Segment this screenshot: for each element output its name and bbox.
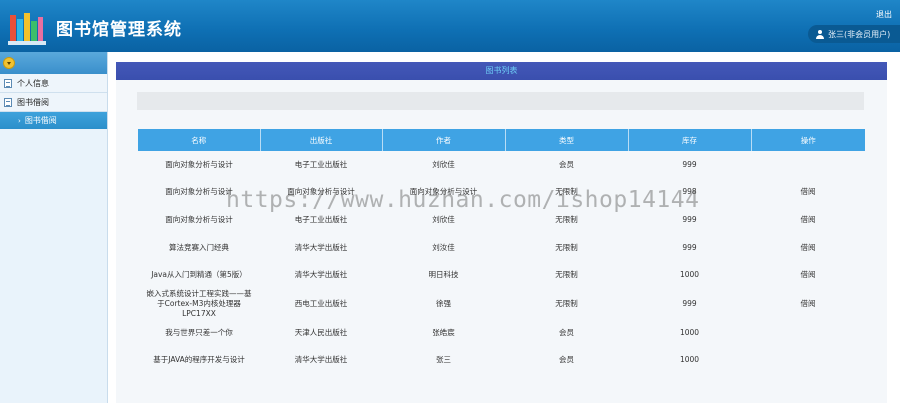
cell-stock: 999 [682,159,697,169]
table-row: 面向对象分析与设计 电子工业出版社 刘欣佳 无限制 999 借阅 [138,206,865,234]
cell-name: 我与世界只差一个你 [165,327,233,337]
cell-name: 嵌入式系统设计工程实践——基于Cortex-M3内核处理器LPC17XX [146,288,252,318]
table-header-row: 名称 出版社 作者 类型 库存 操作 [138,129,865,151]
cell-type: 无限制 [555,214,578,224]
cell-author: 刘欣佳 [432,214,455,224]
book-table: 名称 出版社 作者 类型 库存 操作 面向对象分析与设计 电子工业出版社 刘欣佳… [138,129,865,374]
borrow-link[interactable] [751,319,865,347]
cell-stock: 998 [682,187,697,197]
document-icon [4,97,12,107]
cell-publisher: 清华大学出版社 [294,242,348,252]
cell-stock: 999 [682,242,697,252]
cell-stock: 1000 [679,327,700,337]
cell-publisher: 电子工业出版社 [294,159,348,169]
library-logo-icon [8,13,46,45]
column-header-publisher[interactable]: 出版社 [260,129,383,151]
cell-author: 张皓宸 [432,327,455,337]
sidebar-item-label: 个人信息 [17,78,49,88]
cell-name: 算法竞赛入门经典 [169,242,229,252]
search-bar[interactable] [137,92,864,110]
sidebar: 个人信息 图书借阅 › 图书借阅 [0,52,108,403]
collapse-toggle-icon[interactable] [3,57,15,69]
panel-title: 图书列表 [116,62,887,80]
cell-name: 基于JAVA的程序开发与设计 [153,355,245,365]
logout-link[interactable]: 退出 [876,9,892,20]
cell-stock: 999 [682,214,697,224]
document-icon [4,78,12,88]
table-row: 嵌入式系统设计工程实践——基于Cortex-M3内核处理器LPC17XX 西电工… [138,289,865,319]
sidebar-item-label: 图书借阅 [17,97,49,107]
cell-author: 刘汝佳 [432,242,455,252]
sidebar-toolbar [0,52,107,74]
borrow-link[interactable] [751,347,865,375]
sidebar-item-borrow[interactable]: 图书借阅 [0,93,107,112]
sidebar-item-profile[interactable]: 个人信息 [0,74,107,93]
cell-author: 徐强 [436,298,451,308]
cell-publisher: 面向对象分析与设计 [287,187,355,197]
cell-name: 面向对象分析与设计 [165,187,233,197]
cell-publisher: 西电工业出版社 [294,298,348,308]
cell-author: 刘欣佳 [432,159,455,169]
chevron-right-icon: › [18,116,21,125]
table-row: 面向对象分析与设计 面向对象分析与设计 面向对象分析与设计 无限制 998 借阅 [138,179,865,207]
top-header: 图书馆管理系统 退出 张三(非会员用户) [0,0,900,52]
cell-type: 会员 [559,159,574,169]
cell-type: 无限制 [555,242,578,252]
cell-author: 张三 [436,355,451,365]
cell-name: 面向对象分析与设计 [165,159,233,169]
cell-publisher: 清华大学出版社 [294,270,348,280]
column-header-action: 操作 [751,129,865,151]
table-row: 基于JAVA的程序开发与设计 清华大学出版社 张三 会员 1000 [138,347,865,375]
column-header-type[interactable]: 类型 [505,129,629,151]
sidebar-subitem-label: 图书借阅 [24,116,57,125]
cell-type: 会员 [559,327,574,337]
borrow-link[interactable]: 借阅 [751,179,865,207]
column-header-author[interactable]: 作者 [382,129,506,151]
borrow-link[interactable]: 借阅 [751,234,865,262]
table-row: 算法竞赛入门经典 清华大学出版社 刘汝佳 无限制 999 借阅 [138,234,865,262]
cell-name: Java从入门到精通（第5版） [151,270,247,280]
cell-type: 无限制 [555,298,578,308]
cell-stock: 1000 [679,355,700,365]
borrow-link[interactable]: 借阅 [751,289,865,319]
borrow-link[interactable] [751,151,865,179]
cell-stock: 1000 [679,270,700,280]
cell-author: 面向对象分析与设计 [409,187,478,197]
column-header-stock[interactable]: 库存 [628,129,752,151]
cell-publisher: 清华大学出版社 [294,355,348,365]
user-badge[interactable]: 张三(非会员用户) [808,25,900,43]
cell-publisher: 天津人民出版社 [294,327,348,337]
cell-type: 无限制 [555,270,578,280]
cell-type: 无限制 [555,187,578,197]
table-row: 面向对象分析与设计 电子工业出版社 刘欣佳 会员 999 [138,151,865,179]
column-header-name[interactable]: 名称 [138,129,261,151]
app-title: 图书馆管理系统 [56,20,182,40]
table-row: Java从入门到精通（第5版） 清华大学出版社 明日科技 无限制 1000 借阅 [138,261,865,289]
table-row: 我与世界只差一个你 天津人民出版社 张皓宸 会员 1000 [138,319,865,347]
cell-stock: 999 [682,298,697,308]
cell-publisher: 电子工业出版社 [294,214,348,224]
cell-type: 会员 [559,355,574,365]
borrow-link[interactable]: 借阅 [751,261,865,289]
cell-name: 面向对象分析与设计 [165,214,233,224]
main-panel: 图书列表 名称 出版社 作者 类型 库存 操作 面向对象分析与设计 电子工业出版… [116,62,887,403]
user-name: 张三(非会员用户) [828,29,891,39]
borrow-link[interactable]: 借阅 [751,206,865,234]
user-icon [816,29,824,39]
sidebar-subitem-book-borrow[interactable]: › 图书借阅 [0,112,107,129]
cell-author: 明日科技 [428,270,459,280]
